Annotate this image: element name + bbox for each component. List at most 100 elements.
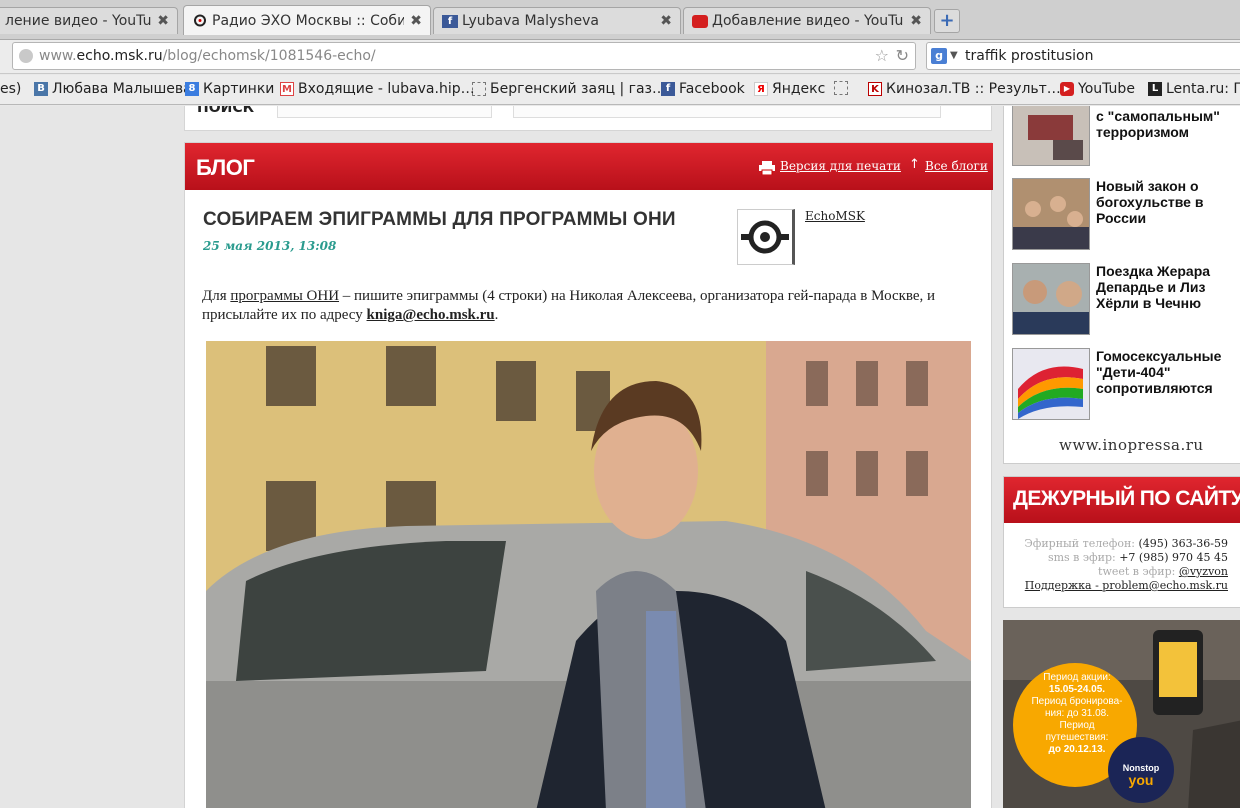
youtube-icon: [692, 14, 708, 28]
bookmark-item[interactable]: L Lenta.ru: Гла: [1148, 81, 1240, 97]
bookmark-label: Любава Малышева: [52, 81, 192, 97]
gmail-icon: M: [280, 82, 294, 96]
youtube-icon: ▶: [1060, 82, 1074, 96]
ad-line: Период бронирова-: [1031, 696, 1123, 707]
facebook-icon: f: [661, 82, 675, 96]
post-body: Для программы ОНИ – пишите эпиграммы (4 …: [202, 287, 962, 325]
reload-icon[interactable]: ↻: [896, 43, 909, 69]
phone-value: (495) 363-36-59: [1138, 537, 1229, 550]
news-title: Новый закон о богохульстве в России: [1096, 178, 1204, 226]
author-link[interactable]: EchoMSK: [805, 209, 865, 223]
bookmark-label: es): [0, 81, 22, 97]
bookmark-label: Кинозал.ТВ :: Результ…: [886, 81, 1061, 97]
ad-text: Период акции: 15.05-24.05. Период бронир…: [1027, 672, 1127, 756]
page-icon: [834, 81, 848, 95]
bookmark-item[interactable]: K Кинозал.ТВ :: Результ…: [868, 81, 1061, 97]
echo-logo-icon: [741, 220, 789, 254]
bookmark-star-icon[interactable]: ☆: [875, 43, 889, 69]
news-item[interactable]: Новый закон о богохульстве в России: [1012, 178, 1240, 252]
search-input[interactable]: g ▼ traffik prostitusion: [926, 42, 1240, 70]
news-item[interactable]: Поездка Жерара Депардье и Лиз Хёрли в Че…: [1012, 263, 1240, 337]
author-avatar[interactable]: [737, 209, 795, 265]
bookmark-item[interactable]: es): [0, 81, 21, 97]
bookmark-label: Картинки: [203, 81, 275, 97]
url-bar[interactable]: www.echo.msk.ru/blog/echomsk/1081546-ech…: [12, 42, 916, 70]
bookmark-label: Facebook: [679, 81, 745, 97]
advertisement[interactable]: Период акции: 15.05-24.05. Период бронир…: [1003, 620, 1240, 808]
search-field[interactable]: [513, 106, 941, 118]
url-host: echo.msk.ru: [76, 48, 163, 64]
tab-title: Lyubava Malysheva: [462, 13, 599, 29]
facebook-icon: f: [442, 14, 458, 28]
printer-icon[interactable]: [759, 161, 775, 175]
bookmark-item[interactable]: ▶ YouTube: [1060, 81, 1135, 97]
news-thumb: [1012, 263, 1090, 335]
ad-line: Период путешествия:: [1045, 720, 1109, 743]
news-source[interactable]: www.inopressa.ru: [1059, 436, 1204, 454]
tweet-link[interactable]: @vyzvon: [1179, 565, 1228, 578]
bookmark-item[interactable]: M Входящие - lubava.hip…: [280, 81, 475, 97]
program-link[interactable]: программы ОНИ: [230, 288, 339, 304]
echo-favicon-icon: [194, 14, 206, 27]
body-text: .: [494, 307, 499, 323]
ad-line: ния: до 31.08.: [1044, 708, 1110, 719]
bookmark-item[interactable]: Бергенский заяц | газ…: [472, 81, 666, 97]
lenta-icon: L: [1148, 82, 1162, 96]
bookmark-label: Яндекс: [772, 81, 826, 97]
globe-icon: [19, 49, 33, 63]
ad-brand: Nonstop you: [1113, 762, 1169, 788]
url-prefix: www.: [39, 48, 77, 64]
vk-icon: В: [34, 82, 48, 96]
bookmark-item[interactable]: В Любава Малышева: [34, 81, 192, 97]
search-field[interactable]: [277, 106, 492, 118]
news-item[interactable]: Гомосексуальные "Дети-404" сопротивляютс…: [1012, 348, 1240, 422]
post-title: СОБИРАЕМ ЭПИГРАММЫ ДЛЯ ПРОГРАММЫ ОНИ: [203, 209, 676, 230]
ad-line: 15.05-24.05.: [1048, 684, 1106, 695]
close-icon[interactable]: ✖: [157, 13, 169, 29]
duty-contacts: Эфирный телефон: (495) 363-36-59 sms в э…: [1024, 537, 1228, 593]
close-icon[interactable]: ✖: [410, 13, 422, 29]
kinozal-icon: K: [868, 82, 882, 96]
sms-value: +7 (985) 970 45 45: [1119, 551, 1228, 564]
brand-line: you: [1128, 772, 1154, 788]
tab-youtube-1[interactable]: ление видео - YouTube ✖: [0, 7, 178, 34]
ad-line: до 20.12.13.: [1048, 744, 1106, 755]
bookmark-item[interactable]: [834, 81, 852, 95]
bookmark-label: Бергенский заяц | газ…: [490, 81, 666, 97]
new-tab-button[interactable]: +: [934, 9, 960, 33]
bookmark-item[interactable]: Я Яндекс: [754, 81, 825, 97]
post-date: 25 мая 2013, 13:08: [203, 239, 337, 253]
tab-title: Радио ЭХО Москвы :: Собир…: [212, 12, 404, 29]
tweet-label: tweet в эфир:: [1098, 565, 1176, 578]
email-link[interactable]: kniga@echo.msk.ru: [367, 307, 495, 323]
bookmark-item[interactable]: f Facebook: [661, 81, 745, 97]
tab-title: ление видео - YouTube: [5, 13, 152, 29]
right-column: с "самопальным" терроризмом Новый закон …: [1003, 106, 1240, 808]
close-icon[interactable]: ✖: [910, 13, 922, 29]
chevron-down-icon[interactable]: ▼: [950, 43, 958, 69]
bookmarks-bar: es) В Любава Малышева 8 Картинки M Входя…: [0, 75, 1240, 105]
blog-content: БЛОГ Версия для печати ↑ Все блоги СОБИР…: [184, 142, 993, 808]
news-image: [1013, 264, 1089, 334]
tab-facebook[interactable]: f Lyubava Malysheva ✖: [433, 7, 681, 34]
news-image: [1013, 179, 1089, 249]
support-link[interactable]: Поддержка - problem@echo.msk.ru: [1025, 579, 1228, 592]
tab-youtube-2[interactable]: Добавление видео - YouTube ✖: [683, 7, 931, 34]
all-blogs-link[interactable]: Все блоги: [925, 159, 988, 173]
tab-echo[interactable]: Радио ЭХО Москвы :: Собир… ✖: [183, 5, 431, 35]
phone-label: Эфирный телефон:: [1024, 537, 1135, 550]
url-path: /blog/echomsk/1081546-echo/: [162, 48, 376, 64]
news-item[interactable]: с "самопальным" терроризмом: [1012, 106, 1240, 168]
news-title: Поездка Жерара Депардье и Лиз Хёрли в Че…: [1096, 263, 1211, 311]
blog-label: БЛОГ: [196, 155, 255, 180]
close-icon[interactable]: ✖: [660, 13, 672, 29]
body-text: Для: [202, 288, 231, 304]
news-thumb: [1012, 348, 1090, 420]
tab-title: Добавление видео - YouTube: [712, 13, 905, 29]
bookmark-item[interactable]: 8 Картинки: [185, 81, 274, 97]
site-search-strip: ПОИСК: [184, 106, 992, 131]
blog-header: БЛОГ Версия для печати ↑ Все блоги: [185, 143, 993, 190]
page-icon: [472, 82, 486, 96]
print-version-link[interactable]: Версия для печати: [780, 159, 901, 173]
search-query: traffik prostitusion: [965, 48, 1094, 64]
